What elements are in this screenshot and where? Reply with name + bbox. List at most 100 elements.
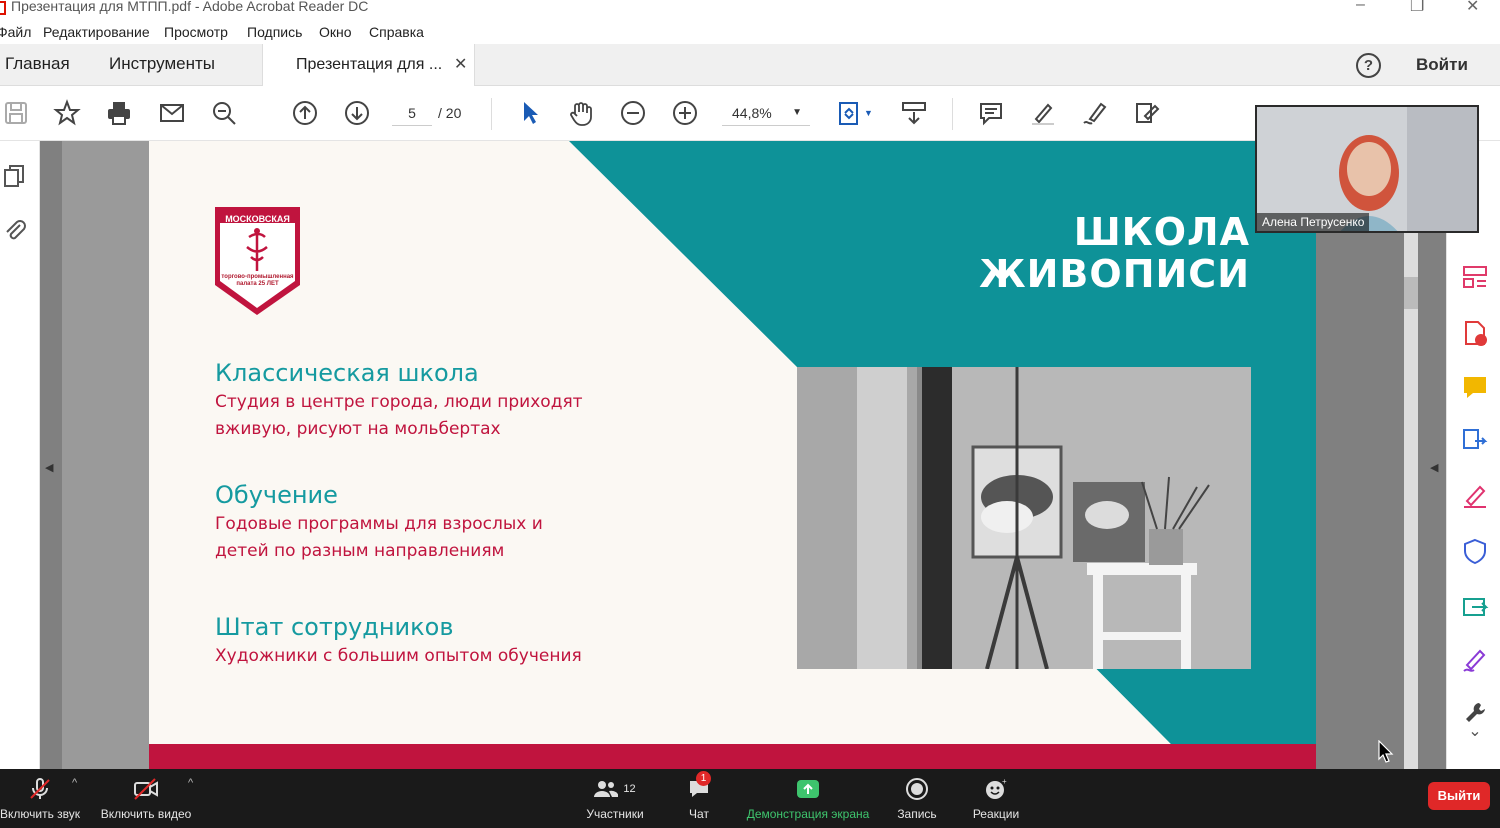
- protect-shield-icon[interactable]: [1461, 537, 1489, 565]
- draw-signature-icon[interactable]: [1080, 98, 1110, 128]
- reactions-button[interactable]: + Реакции: [968, 777, 1024, 821]
- send-for-review-icon[interactable]: [1461, 591, 1489, 619]
- share-screen-button[interactable]: Демонстрация экрана: [742, 777, 874, 821]
- print-icon[interactable]: [104, 98, 134, 128]
- restore-icon[interactable]: ❐: [1410, 0, 1424, 16]
- scrollbar-thumb[interactable]: [1404, 277, 1418, 309]
- page-number-input[interactable]: 5: [392, 100, 432, 126]
- chat-unread-badge: 1: [696, 771, 711, 786]
- participant-name: Алена Петрусенко: [1257, 213, 1370, 231]
- slide-title: ШКОЛА ЖИВОПИСИ: [979, 211, 1250, 295]
- chat-button[interactable]: 1 Чат: [676, 771, 722, 821]
- export-pdf-icon[interactable]: [1461, 427, 1489, 455]
- fit-page-icon[interactable]: [834, 98, 864, 128]
- screen: Презентация для МТПП.pdf - Adobe Acrobat…: [0, 0, 1500, 828]
- chevron-down-icon[interactable]: ⌄: [1461, 721, 1489, 749]
- audio-options-chevron-icon[interactable]: ^: [72, 777, 77, 789]
- slide-title-line2: ЖИВОПИСИ: [979, 252, 1250, 296]
- section-heading: Обучение: [215, 481, 338, 509]
- fill-sign-icon[interactable]: [1132, 98, 1162, 128]
- menu-help[interactable]: Справка: [369, 24, 424, 40]
- leave-meeting-button[interactable]: Выйти: [1428, 782, 1490, 810]
- participants-count: 12: [623, 783, 636, 795]
- collapse-left-icon[interactable]: ◀: [45, 461, 53, 474]
- menu-file[interactable]: Файл: [0, 24, 31, 40]
- logo-title: МОСКОВСКАЯ: [225, 214, 290, 224]
- toolbar-separator: [491, 98, 492, 130]
- unmute-label: Включить звук: [0, 807, 81, 821]
- slide-page: ШКОЛА ЖИВОПИСИ МОСКОВСКАЯ торгово-промыш…: [149, 141, 1316, 769]
- reaction-smiley-icon: +: [968, 777, 1024, 801]
- start-video-button[interactable]: Включить видео: [98, 777, 194, 821]
- section-text-line1: Годовые программы для взрослых и: [215, 514, 543, 534]
- search-icon[interactable]: [209, 98, 239, 128]
- share-screen-icon: [742, 777, 874, 801]
- record-icon: [892, 777, 942, 801]
- participant-video[interactable]: Алена Петрусенко: [1255, 105, 1479, 233]
- share-screen-label: Демонстрация экрана: [746, 807, 870, 821]
- help-icon[interactable]: ?: [1356, 53, 1381, 78]
- record-button[interactable]: Запись: [892, 777, 942, 821]
- fit-page-dropdown-icon[interactable]: ▼: [864, 108, 873, 118]
- fill-and-sign-icon[interactable]: [1461, 645, 1489, 673]
- organize-pages-icon[interactable]: [1461, 263, 1489, 291]
- zoom-level-value: 44,8%: [732, 105, 772, 121]
- toolbar-separator: [952, 98, 953, 130]
- hand-tool-icon[interactable]: [566, 98, 596, 128]
- menu-window[interactable]: Окно: [319, 24, 352, 40]
- comment-tool-icon[interactable]: [1461, 373, 1489, 401]
- start-video-label: Включить видео: [100, 807, 192, 821]
- save-icon[interactable]: [1, 98, 31, 128]
- section-classic-school: Классическая школа Студия в центре город…: [215, 359, 583, 443]
- participants-button[interactable]: 12 Участники: [580, 777, 650, 821]
- logo-subtitle: торгово-промышленная палата 25 ЛЕТ: [221, 274, 294, 287]
- mouse-cursor-icon: [1378, 740, 1394, 763]
- menu-sign[interactable]: Подпись: [247, 24, 302, 40]
- slide-title-line1: ШКОЛА: [1073, 210, 1250, 254]
- email-icon[interactable]: [157, 98, 187, 128]
- chat-icon: 1: [676, 771, 722, 801]
- collapse-right-icon[interactable]: ◀: [1430, 461, 1438, 474]
- vertical-scrollbar[interactable]: [1404, 141, 1418, 769]
- menu-bar: Файл Редактирование Просмотр Подпись Окн…: [0, 20, 1500, 44]
- section-heading: Классическая школа: [215, 359, 479, 387]
- page-thumbnails-icon[interactable]: [2, 163, 28, 189]
- create-pdf-icon[interactable]: [1461, 319, 1489, 347]
- reactions-label: Реакции: [972, 807, 1020, 821]
- zoom-level-select[interactable]: 44,8% ▼: [722, 100, 810, 126]
- zoom-out-icon[interactable]: [618, 98, 648, 128]
- window-titlebar: Презентация для МТПП.pdf - Adobe Acrobat…: [0, 0, 1500, 20]
- section-text-line1: Студия в центре города, люди приходят: [215, 392, 583, 412]
- select-cursor-icon[interactable]: [515, 98, 545, 128]
- studio-photo: [797, 367, 1251, 669]
- keyboard-scroll-icon[interactable]: [899, 98, 929, 128]
- menu-edit[interactable]: Редактирование: [43, 24, 150, 40]
- comment-icon[interactable]: [976, 98, 1006, 128]
- video-options-chevron-icon[interactable]: ^: [188, 777, 193, 789]
- highlight-pen-icon[interactable]: [1028, 98, 1058, 128]
- tab-home[interactable]: Главная: [5, 54, 70, 74]
- login-button[interactable]: Войти: [1416, 55, 1468, 75]
- close-tab-icon[interactable]: ✕: [454, 54, 467, 74]
- tab-document-label: Презентация для ...: [296, 56, 443, 73]
- chat-label: Чат: [689, 807, 709, 821]
- page-up-icon[interactable]: [290, 98, 320, 128]
- section-staff: Штат сотрудников Художники с большим опы…: [215, 613, 582, 670]
- section-education: Обучение Годовые программы для взрослых …: [215, 481, 543, 565]
- record-label: Запись: [897, 807, 937, 821]
- attachments-icon[interactable]: [2, 217, 28, 243]
- svg-text:+: +: [1002, 778, 1007, 786]
- tab-tools[interactable]: Инструменты: [109, 54, 215, 74]
- page-down-icon[interactable]: [342, 98, 372, 128]
- tab-bar: Главная Инструменты Презентация для ... …: [0, 44, 1500, 87]
- edit-pdf-icon[interactable]: [1461, 481, 1489, 509]
- right-tools-panel: ⌄: [1446, 233, 1500, 769]
- section-text-line2: вживую, рисуют на мольбертах: [215, 419, 501, 439]
- close-window-icon[interactable]: ✕: [1466, 0, 1479, 16]
- meeting-controls-bar: Включить звук ^ Включить видео ^ 12 Учас…: [0, 769, 1500, 828]
- bookmark-star-icon[interactable]: [52, 98, 82, 128]
- zoom-in-icon[interactable]: [670, 98, 700, 128]
- menu-view[interactable]: Просмотр: [164, 24, 228, 40]
- minimize-icon[interactable]: –: [1356, 0, 1365, 14]
- tab-document[interactable]: Презентация для ... ✕: [262, 44, 475, 87]
